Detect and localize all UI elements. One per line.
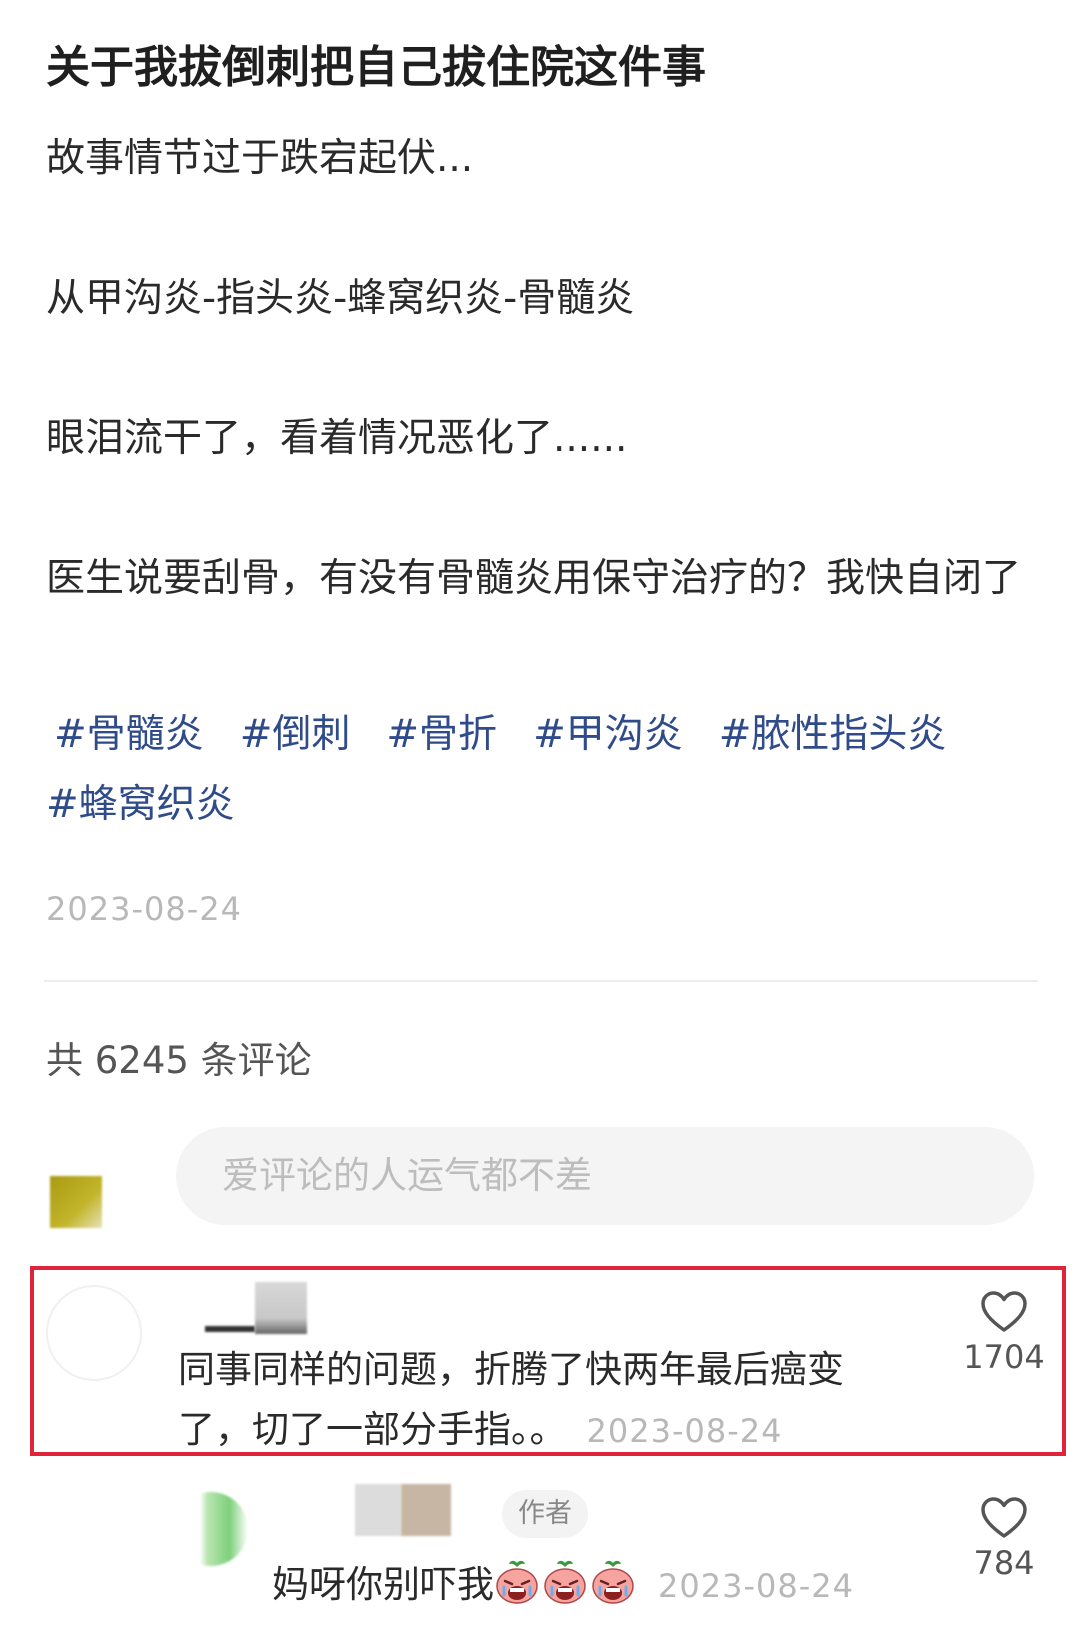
crying-face-emoji xyxy=(496,1560,538,1604)
post-paragraph: 眼泪流干了，看着情况恶化了...... xyxy=(46,416,628,461)
reply-text: 妈呀你别吓我 2023-08-24 xyxy=(272,1555,854,1616)
comment-count: 共 6245 条评论 xyxy=(46,1039,312,1082)
username-redacted xyxy=(205,1326,255,1332)
comment-date: 2023-08-24 xyxy=(586,1412,783,1450)
like-button[interactable]: 784 xyxy=(949,1496,1059,1582)
username[interactable] xyxy=(355,1484,485,1536)
post-body: 故事情节过于跌宕起伏... 从甲沟炎-指头炎-蜂窝织炎-骨髓炎 眼泪流干了，看着… xyxy=(46,124,1046,614)
reply-date: 2023-08-24 xyxy=(658,1567,854,1605)
crying-face-emoji xyxy=(544,1560,586,1604)
like-count: 784 xyxy=(973,1544,1035,1582)
author-badge: 作者 xyxy=(502,1490,588,1538)
post-paragraph: 医生说要刮骨，有没有骨髓炎用保守治疗的？我快自闭了 xyxy=(46,556,1022,601)
avatar[interactable] xyxy=(46,1285,142,1381)
tag-link[interactable]: #脓性指头炎 xyxy=(719,700,947,770)
tag-link[interactable]: #甲沟炎 xyxy=(533,700,683,770)
post-paragraph: 故事情节过于跌宕起伏... xyxy=(46,136,474,181)
heart-icon xyxy=(981,1291,1027,1332)
username[interactable] xyxy=(205,1282,307,1334)
post-date: 2023-08-24 xyxy=(46,890,242,928)
tag-link[interactable]: #骨折 xyxy=(386,700,497,770)
like-button[interactable]: 1704 xyxy=(949,1290,1059,1376)
post-title: 关于我拔倒刺把自己拔住院这件事 xyxy=(46,42,706,93)
tag-list: #骨髓炎 #倒刺 #骨折 #甲沟炎 #脓性指头炎 #蜂窝织炎 xyxy=(46,700,1046,840)
tag-link[interactable]: #蜂窝织炎 xyxy=(46,770,235,840)
crying-face-emoji xyxy=(592,1560,634,1604)
current-user-avatar xyxy=(50,1176,102,1228)
tag-link[interactable]: #倒刺 xyxy=(240,700,351,770)
username-redacted xyxy=(255,1282,307,1334)
like-count: 1704 xyxy=(963,1338,1045,1376)
username-redacted xyxy=(401,1484,451,1536)
reply-body: 妈呀你别吓我 xyxy=(272,1563,494,1606)
divider xyxy=(44,980,1038,982)
comment-input[interactable]: 爱评论的人运气都不差 xyxy=(176,1127,1034,1225)
username-redacted xyxy=(355,1484,401,1536)
comment-text: 同事同样的问题，折腾了快两年最后癌变了，切了一部分手指。。 2023-08-24 xyxy=(178,1340,898,1461)
post-paragraph: 从甲沟炎-指头炎-蜂窝织炎-骨髓炎 xyxy=(46,276,635,321)
avatar[interactable] xyxy=(174,1492,248,1566)
tag-link[interactable]: #骨髓炎 xyxy=(54,700,204,770)
heart-icon xyxy=(981,1497,1027,1538)
